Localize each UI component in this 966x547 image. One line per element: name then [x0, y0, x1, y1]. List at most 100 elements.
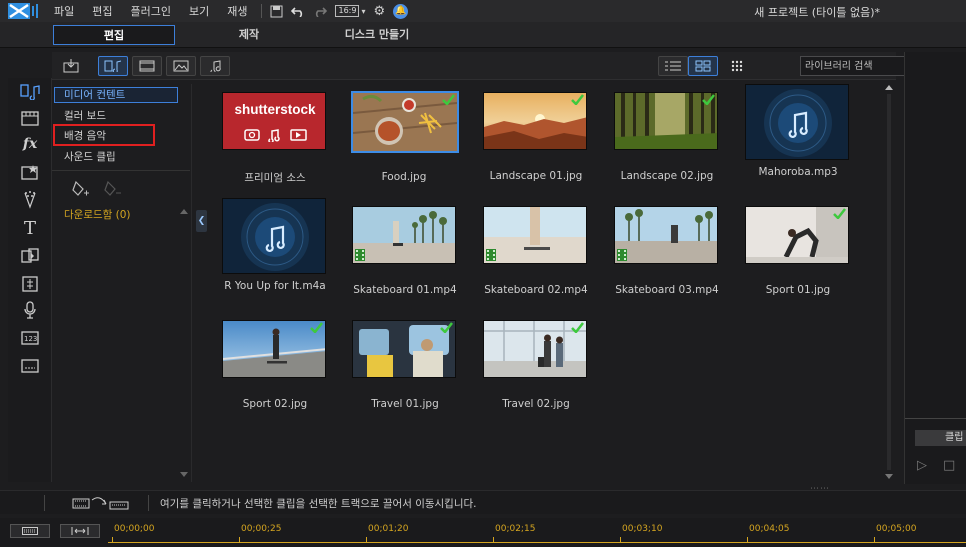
menu-edit[interactable]: 편집	[92, 3, 112, 19]
thumbnail-view-icon	[695, 60, 711, 72]
audio-filter-icon	[210, 60, 221, 72]
category-media-content[interactable]: 미디어 컨텐트	[54, 87, 178, 103]
list-view-button[interactable]	[658, 56, 688, 76]
filter-all-media-button[interactable]	[98, 56, 128, 76]
downloaded-category[interactable]: 다운로드함 (0)	[64, 207, 131, 222]
library-scrollbar[interactable]	[884, 84, 896, 482]
check-icon	[310, 322, 323, 333]
category-sound-clips[interactable]: 사운드 클립	[64, 149, 116, 164]
grid-options-button[interactable]	[722, 56, 752, 76]
subtitle-room-icon[interactable]	[18, 356, 42, 376]
video-badge-icon	[355, 249, 365, 261]
title-room-icon[interactable]: T	[18, 218, 42, 239]
menu-plugins[interactable]: 플러그인	[131, 3, 171, 19]
media-item[interactable]: R You Up for It.m4a	[222, 198, 328, 292]
check-icon	[702, 94, 715, 105]
library-search-input[interactable]	[805, 59, 919, 74]
landscape-01-thumbnail	[483, 92, 587, 150]
notification-icon[interactable]: 🔔	[393, 3, 409, 19]
template-room-icon[interactable]	[18, 108, 42, 128]
add-tag-icon[interactable]	[72, 180, 90, 202]
check-icon	[440, 322, 453, 333]
svg-text:123: 123	[24, 335, 37, 343]
ruler-tick	[620, 537, 621, 542]
timeline-toolbar: 여기를 클릭하거나 선택한 클립을 선택한 트랙으로 끌어서 이동시킵니다.	[0, 490, 966, 514]
stop-icon[interactable]: □	[943, 458, 955, 473]
timeline-hint: 여기를 클릭하거나 선택한 클립을 선택한 트랙으로 끌어서 이동시킵니다.	[160, 498, 477, 510]
check-icon	[833, 208, 846, 219]
ruler-tick-label: 00;00;00	[114, 524, 155, 534]
track-manager-button[interactable]	[10, 524, 50, 538]
media-item-label: Landscape 02.jpg	[620, 170, 714, 182]
media-filter-icon	[104, 60, 122, 72]
toolbar-divider	[261, 4, 263, 18]
media-item-label: Food.jpg	[381, 171, 427, 183]
clip-mode-tab[interactable]: 클립	[915, 430, 966, 446]
redo-icon[interactable]	[313, 5, 328, 17]
media-item[interactable]: Travel 02.jpg	[483, 320, 589, 410]
filter-audio-button[interactable]	[200, 56, 230, 76]
media-item-label: Skateboard 01.mp4	[353, 284, 457, 296]
ruler-tick	[112, 537, 113, 542]
audio-thumbnail	[222, 198, 326, 274]
import-icon	[63, 59, 79, 73]
skateboard-01-thumbnail	[352, 206, 456, 264]
play-icon[interactable]: ▷	[917, 458, 927, 473]
pip-room-icon[interactable]	[18, 162, 42, 182]
media-item[interactable]: Sport 02.jpg	[222, 320, 328, 410]
media-item[interactable]: Sport 01.jpg	[745, 206, 851, 296]
highlight-box	[53, 124, 155, 146]
media-item[interactable]: Landscape 01.jpg	[483, 92, 589, 182]
menu-playback[interactable]: 재생	[227, 3, 247, 19]
collapse-panel-button[interactable]: ❮	[196, 210, 207, 232]
clip-mode-label: 클립	[945, 432, 964, 443]
fit-icon	[71, 527, 89, 535]
media-item[interactable]: Mahoroba.mp3	[745, 84, 851, 178]
menu-bar: 파일 편집 플러그인 보기 재생 16:9 ▾ ⚙ 🔔 새 프로젝트 (타이틀 …	[0, 0, 966, 22]
thumbnail-view-button[interactable]	[688, 56, 718, 76]
divider	[52, 170, 190, 171]
ruler-tick-label: 00;05;00	[876, 524, 917, 534]
media-item[interactable]: Skateboard 03.mp4	[614, 206, 720, 296]
media-room-icon[interactable]	[18, 82, 42, 102]
media-item-label: R You Up for It.m4a	[224, 280, 326, 292]
undo-icon[interactable]	[291, 5, 305, 17]
tab-edit[interactable]: 편집	[53, 25, 175, 45]
storyboard-view-icon[interactable]	[72, 496, 130, 513]
category-scrollbar[interactable]	[180, 208, 188, 478]
video-badge-icon	[486, 249, 496, 261]
media-item[interactable]: shutterstock 프리미엄 소스	[222, 92, 328, 184]
chapter-room-icon[interactable]: 123	[18, 328, 42, 348]
media-item[interactable]: Skateboard 02.mp4	[483, 206, 589, 296]
fit-timeline-button[interactable]	[60, 524, 100, 538]
fx-room-icon[interactable]: fx	[18, 134, 42, 154]
filter-image-button[interactable]	[166, 56, 196, 76]
travel-01-thumbnail	[352, 320, 456, 378]
media-library: shutterstock 프리미엄 소스 Food.jpg Landscape …	[210, 84, 886, 482]
save-icon[interactable]	[270, 5, 283, 18]
audio-mixing-room-icon[interactable]	[18, 274, 42, 294]
tab-produce[interactable]: 제작	[188, 25, 310, 45]
media-item-selected[interactable]: Food.jpg	[351, 91, 459, 183]
media-item[interactable]: Skateboard 01.mp4	[352, 206, 458, 296]
aspect-ratio-dropdown[interactable]: 16:9 ▾	[335, 5, 365, 17]
transition-room-icon[interactable]	[18, 246, 42, 266]
timeline-ruler[interactable]: 00;00;00 00;00;25 00;01;20 00;02;15 00;0…	[0, 518, 966, 547]
menu-file[interactable]: 파일	[54, 3, 74, 19]
menu-view[interactable]: 보기	[189, 3, 209, 19]
tab-create-disc[interactable]: 디스크 만들기	[316, 25, 438, 45]
filter-video-button[interactable]	[132, 56, 162, 76]
media-item[interactable]: Travel 01.jpg	[352, 320, 458, 410]
import-media-button[interactable]	[56, 56, 86, 76]
particle-room-icon[interactable]	[18, 190, 42, 210]
voiceover-room-icon[interactable]	[18, 300, 42, 320]
media-item[interactable]: Landscape 02.jpg	[614, 92, 720, 182]
ruler-tick	[874, 537, 875, 542]
settings-gear-icon[interactable]: ⚙	[373, 4, 385, 19]
stock-media-icons	[244, 129, 307, 142]
category-color-board[interactable]: 컬러 보드	[64, 108, 106, 123]
grid-dots-icon	[731, 60, 743, 72]
app-logo-icon	[8, 1, 44, 21]
remove-tag-icon[interactable]	[104, 180, 122, 202]
ruler-tick	[493, 537, 494, 542]
